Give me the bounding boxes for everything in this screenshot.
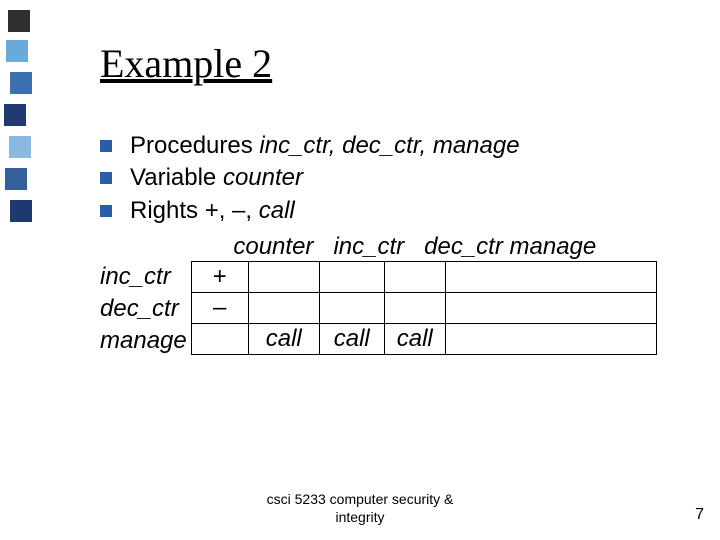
cell <box>248 262 319 293</box>
matrix-wrap: inc_ctr dec_ctr manage + – call <box>100 261 680 357</box>
content-area: Procedures inc_ctr, dec_ctr, manage Vari… <box>100 130 680 357</box>
bullet-prefix: Procedures <box>130 132 259 159</box>
bullet-item: Variable counter <box>100 162 680 194</box>
square-bullet-icon <box>100 205 112 217</box>
accent-square <box>10 200 32 222</box>
accent-square <box>9 136 31 158</box>
side-accent <box>0 0 36 540</box>
col-header: counter <box>233 233 313 260</box>
table-row: – <box>191 293 656 324</box>
cell <box>191 324 248 355</box>
footer-line: csci 5233 computer security & <box>267 491 454 507</box>
square-bullet-icon <box>100 140 112 152</box>
row-labels: inc_ctr dec_ctr manage <box>100 261 191 357</box>
cell <box>445 324 656 355</box>
cell <box>319 293 384 324</box>
bullet-prefix: Rights <box>130 197 205 224</box>
cell: + <box>191 262 248 293</box>
bullet-list: Procedures inc_ctr, dec_ctr, manage Vari… <box>100 130 680 227</box>
square-bullet-icon <box>100 172 112 184</box>
col-header: dec_ctr <box>424 233 503 260</box>
col-header: inc_ctr <box>333 233 404 260</box>
table-row: call call call <box>191 324 656 355</box>
accent-square <box>10 72 32 94</box>
bullet-italic: counter <box>223 164 303 191</box>
bullet-text: Variable counter <box>130 162 303 194</box>
bullet-italic: inc_ctr, dec_ctr, manage <box>259 132 519 159</box>
bullet-prefix: Variable <box>130 164 223 191</box>
cell: – <box>191 293 248 324</box>
bullet-tail: +, –, call <box>205 197 295 224</box>
access-matrix-table: + – call call call <box>191 261 657 355</box>
table-row: + <box>191 262 656 293</box>
table-col-headers: counter inc_ctr dec_ctr manage <box>100 233 680 261</box>
bullet-item: Procedures inc_ctr, dec_ctr, manage <box>100 130 680 162</box>
cell <box>319 262 384 293</box>
cell <box>445 293 656 324</box>
cell: call <box>248 324 319 355</box>
accent-square <box>4 104 26 126</box>
row-label: manage <box>100 325 187 357</box>
page-title: Example 2 <box>100 40 272 87</box>
cell: call <box>384 324 445 355</box>
footer-line: integrity <box>335 509 384 525</box>
accent-square <box>5 168 27 190</box>
accent-square <box>6 40 28 62</box>
row-label: dec_ctr <box>100 293 187 325</box>
bullet-text: Rights +, –, call <box>130 195 295 227</box>
col-header: manage <box>510 233 597 260</box>
bullet-item: Rights +, –, call <box>100 195 680 227</box>
cell <box>384 293 445 324</box>
row-label: inc_ctr <box>100 261 187 293</box>
footer: csci 5233 computer security & integrity <box>0 491 720 526</box>
cell <box>384 262 445 293</box>
page-number: 7 <box>695 506 704 524</box>
cell <box>248 293 319 324</box>
cell: call <box>319 324 384 355</box>
bullet-text: Procedures inc_ctr, dec_ctr, manage <box>130 130 520 162</box>
accent-square <box>8 10 30 32</box>
cell <box>445 262 656 293</box>
